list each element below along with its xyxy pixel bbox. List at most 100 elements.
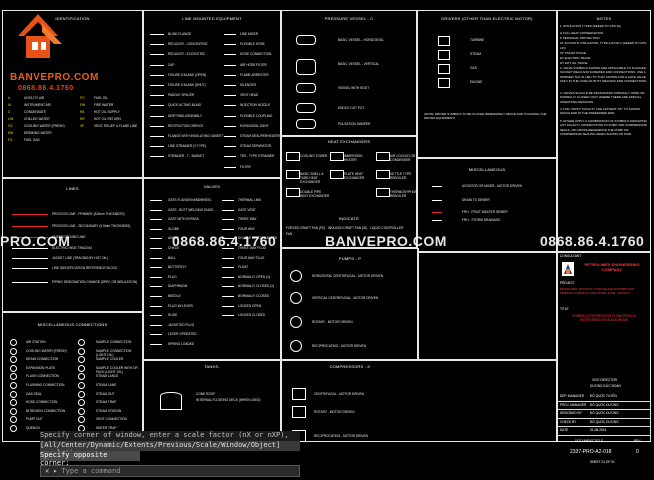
watermark-brand-logo: BANVEPRO.COM [10,72,99,83]
ident-desc: DRINKING WATER [24,131,52,135]
line-mounted-symbol [150,156,164,160]
driver-label: STEAM [470,52,481,56]
vessel-label: BASIC VESSEL - VERTICAL [338,62,380,66]
note-item: 4. FOR "FIRST" FACILITY USE LETTERS "FF"… [560,107,641,116]
line-mounted-symbol [150,95,164,99]
command-placeholder[interactable]: Type a command [61,467,120,475]
tb-row-label: CHECK BY [560,419,577,424]
connection-symbol [10,390,17,398]
ident-desc: CONDENSATE [24,110,46,114]
connection-label: STEAM STATION [96,408,122,413]
line-mounted-label: VENT HEAD [240,93,259,98]
connection-symbol [78,347,85,355]
heat-exchanger-label: KETTLE TYPE REBOILER [390,172,412,180]
line-mounted-symbol [150,85,164,89]
line-mounted-label: DRIP RING ASSEMBLY [168,113,203,118]
watermark-phone-left: 0868.86.4.1760 [172,233,277,249]
note-item: 2. VALVE SYMBOLS SHOWN ARE APPLICABLE TO… [560,65,647,84]
valve-label: NORMALLY CLOSED [238,294,270,298]
tb-row-value: 31-08-2014 [590,428,607,433]
vessel-symbol [296,83,316,93]
valve-label: BUTTERFLY [168,265,187,270]
valve-symbol [150,257,162,262]
line-mounted-label: FLANGE WITH INSULATING GASKET [168,134,224,138]
valve-label: NORMALLY CLOSED (1) [238,284,275,289]
line-type-symbol [12,282,48,286]
line-mounted-symbol [224,156,236,160]
connection-label: PUMP OUT [26,417,43,422]
indicate-label: FORCED DRAFT FAN (FD) [286,226,326,230]
pump-label: VERTICAL CENTRIFUGAL - MOTOR DRIVEN [312,296,379,300]
pump-label: RECIPROCATING - MOTOR DRIVEN [312,344,366,348]
valve-symbol [150,219,162,223]
close-icon[interactable]: ✕ [45,467,49,475]
valve-label: PLUG W/ LEVER [168,303,193,308]
command-input[interactable]: ✕ ▸ Type a command [40,465,300,477]
driver-label: TURBINE [470,38,484,42]
watermark-left-fragment: PRO.COM [0,233,71,249]
indicate-label: LIQUID CONTROLLER [370,226,404,230]
ident-code: VF [80,124,85,128]
valve-symbol [150,334,162,338]
line-mounted-label: AIR HOSE FILTER [240,62,267,67]
line-type-label: PIPING DESIGNATION CHANGE (SPEC OR INSUL… [52,280,138,284]
line-mounted-label: PADDLE SPACER [168,93,195,98]
tb-doc-title: DOCUMENT TITLE [575,439,603,443]
line-mounted-label: FLEXIBLE HOSE [240,42,265,47]
heat-exchanger-symbol [376,152,390,161]
command-prompt: Specify opposite corner: [40,451,140,467]
drawing-canvas[interactable]: IDENTIFICATION LINE MOUNTED EQUIPMENT PR… [0,0,654,480]
connection-label: SAMPLE COOLER WITH DP-PACK (LIGHT OIL) [96,365,139,374]
tb-row-label: PROJ. MANAGER [560,402,587,407]
command-chevron-icon[interactable]: ▸ [53,467,57,475]
section-misc-connections: MISCELLANEOUS CONNECTIONS [37,322,108,327]
section-valves: VALVES [203,184,221,189]
indicate-label: INDUCED DRAFT FAN (ID) [328,226,368,230]
valve-label: GATE-FLANGE/HANDWHEEL [168,198,212,202]
heat-exchanger-label: AIR COOLED OR CONDENSER [390,154,416,162]
valve-symbol [150,209,162,214]
line-mounted-label: REDUCER - CONCENTRIC [168,42,208,47]
tb-vice-name: DƯƠNG ĐỨC ĐOAN [590,384,621,388]
pump-label: ROTARY - MOTOR DRIVEN [312,320,353,324]
valve-symbol [150,315,162,319]
note-item: H FULL HEAT CONSERVATION [560,31,604,36]
valve-symbol [150,228,162,233]
vessel-symbol [296,59,316,75]
line-mounted-symbol [224,115,236,120]
pump-symbol [290,316,302,328]
ident-desc: HOT OIL RETURN [94,117,121,121]
line-mounted-label: FIGURE 8 BLANK (OPEN) [168,72,207,77]
valve-label: THERMAL LINK [238,198,262,202]
line-mounted-label: FLAME ARRESTER [240,72,269,77]
section-tanks: TANKS- [204,364,220,369]
valve-symbol [150,276,162,281]
note-item: ET ELECTRIC TRACE [560,55,591,60]
heat-exchanger-symbol [286,188,300,197]
heat-exchanger-symbol [286,152,300,161]
connection-symbol [78,390,85,398]
tb-title-label: TITLE [560,307,569,311]
line-mounted-symbol [150,115,164,120]
heat-exchanger-label: IMMERSION HEATER [344,154,363,162]
line-mounted-label: FILTER [240,164,251,169]
vessel-label: VESSEL WITH BOOT [338,86,370,90]
watermark-brand-mid: BANVEPRO.COM [325,233,447,249]
ident-code: HS [80,110,85,114]
line-mounted-label: TEE - TYPE STRAINER [240,154,275,159]
valve-symbol [150,324,162,329]
line-mounted-symbol [224,136,236,140]
connection-label: EXPANSION PLATE [26,365,56,370]
line-mounted-label: BLIND FLANGE [168,32,192,36]
line-mounted-symbol [224,125,236,130]
ident-code: FW [80,103,85,107]
valve-symbol [150,200,162,204]
valve-symbol [222,209,234,214]
line-type-symbol [12,226,48,227]
valve-label: LOCKED CLOSED [238,313,266,318]
line-mounted-symbol [224,85,236,89]
tb-divider [557,434,651,436]
line-mounted-label: REDUCER - ECCENTRIC [168,52,206,57]
line-mounted-symbol [224,74,236,79]
valve-symbol [222,257,234,262]
